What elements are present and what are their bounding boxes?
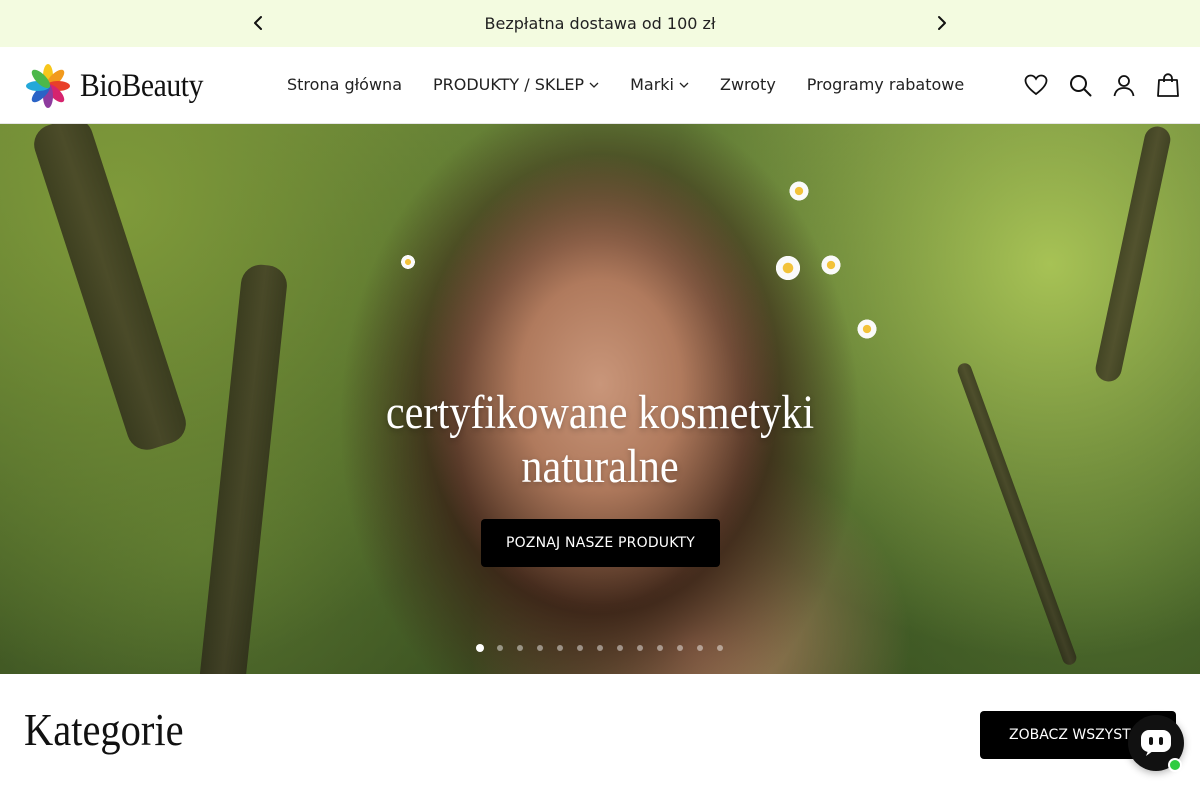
- slider-dot[interactable]: [677, 645, 683, 651]
- nav-item-products[interactable]: PRODUKTY / SKLEP: [433, 75, 599, 94]
- chevron-right-icon[interactable]: [930, 11, 954, 35]
- slider-dot[interactable]: [476, 644, 484, 652]
- slider-dot[interactable]: [537, 645, 543, 651]
- hero-title-line: certyfikowane kosmetyki: [385, 386, 815, 439]
- explore-products-button[interactable]: POZNAJ NASZE PRODUKTY: [481, 519, 720, 567]
- hero-bg-tree: [1093, 124, 1173, 384]
- search-icon[interactable]: [1068, 73, 1092, 97]
- slider-dot[interactable]: [597, 645, 603, 651]
- daisy-decoration: [820, 254, 842, 276]
- slider-dot[interactable]: [617, 645, 623, 651]
- nav-item-label: Marki: [630, 75, 674, 94]
- slider-dot[interactable]: [517, 645, 523, 651]
- logo-flower-icon: [26, 64, 70, 108]
- slider-dot[interactable]: [637, 645, 643, 651]
- user-icon[interactable]: [1112, 73, 1136, 97]
- online-status-indicator: [1168, 758, 1182, 772]
- slider-dot[interactable]: [657, 645, 663, 651]
- nav-item-discounts[interactable]: Programy rabatowe: [807, 75, 964, 94]
- header-icons: [1024, 73, 1180, 97]
- slider-dot[interactable]: [557, 645, 563, 651]
- nav-item-label: Zwroty: [719, 75, 776, 94]
- brand-name: BioBeauty: [80, 67, 203, 104]
- daisy-decoration: [788, 180, 810, 202]
- nav-item-label: Programy rabatowe: [806, 75, 965, 94]
- daisy-decoration: [400, 254, 416, 270]
- nav-item-label: PRODUKTY / SKLEP: [433, 75, 585, 94]
- daisy-decoration: [856, 318, 878, 340]
- nav-item-home[interactable]: Strona główna: [287, 75, 402, 94]
- daisy-decoration: [774, 254, 802, 282]
- slider-pagination: [476, 644, 737, 652]
- heart-icon[interactable]: [1024, 73, 1048, 97]
- slider-dot[interactable]: [697, 645, 703, 651]
- hero-banner: certyfikowane kosmetyki naturalne POZNAJ…: [0, 124, 1200, 674]
- main-nav: Strona główna PRODUKTY / SKLEP Marki Zwr…: [287, 75, 964, 94]
- chat-bubble-icon: [1141, 730, 1171, 756]
- nav-item-brands[interactable]: Marki: [630, 75, 689, 94]
- bag-icon[interactable]: [1156, 73, 1180, 97]
- categories-heading: Kategorie: [24, 704, 184, 755]
- nav-item-label: Strona główna: [287, 75, 402, 94]
- brand-logo[interactable]: BioBeauty: [26, 64, 217, 108]
- chevron-down-icon: [589, 82, 599, 88]
- announcement-message: Bezpłatna dostawa od 100 zł: [484, 14, 716, 33]
- slider-dot[interactable]: [497, 645, 503, 651]
- hero-title-line: naturalne: [521, 440, 679, 493]
- announcement-bar: Bezpłatna dostawa od 100 zł: [0, 0, 1200, 47]
- nav-item-returns[interactable]: Zwroty: [720, 75, 776, 94]
- hero-title: certyfikowane kosmetyki naturalne: [72, 386, 1128, 494]
- slider-dot[interactable]: [577, 645, 583, 651]
- site-header: BioBeauty Strona główna PRODUKTY / SKLEP…: [0, 47, 1200, 124]
- slider-dot[interactable]: [717, 645, 723, 651]
- chevron-down-icon: [679, 82, 689, 88]
